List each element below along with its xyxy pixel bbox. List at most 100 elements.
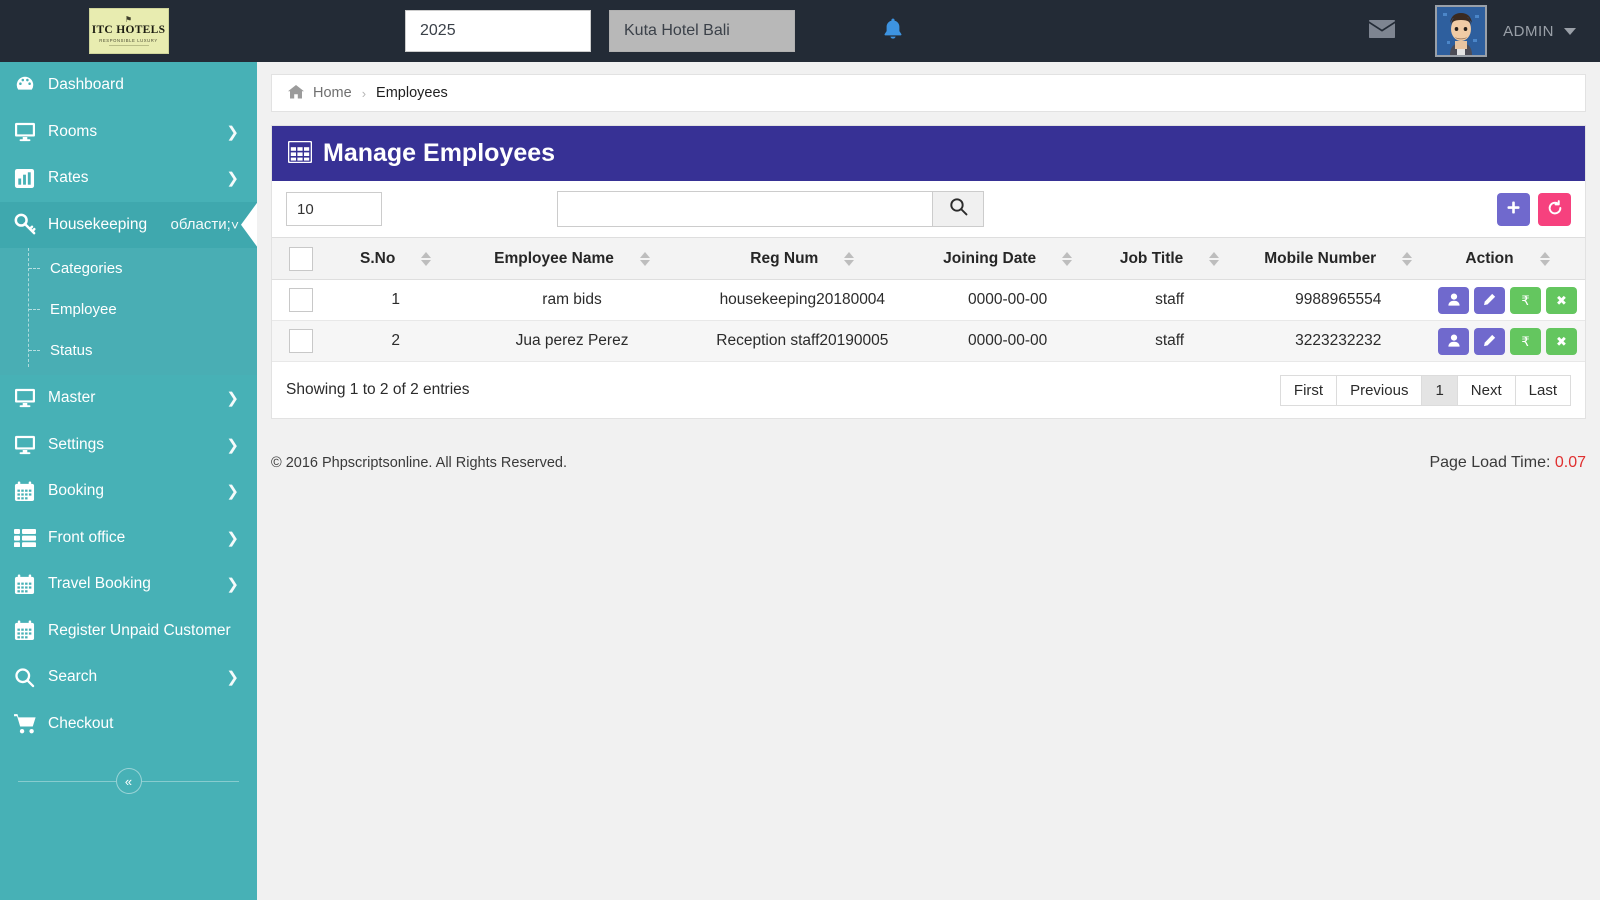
sidebar-item-register-unpaid-customer[interactable]: Register Unpaid Customer (0, 608, 257, 655)
sidebar-item-rates[interactable]: Rates ❯ (0, 155, 257, 202)
pagination-previous[interactable]: Previous (1336, 374, 1423, 406)
delete-button[interactable]: ✖ (1546, 286, 1577, 314)
chevron-right-icon: ❯ (226, 576, 239, 594)
column-mobile-number[interactable]: Mobile Number (1246, 237, 1430, 280)
column-job-title[interactable]: Job Title (1092, 237, 1247, 280)
cell-sno: 2 (329, 320, 463, 362)
delete-button[interactable]: ✖ (1546, 327, 1577, 355)
sidebar-item-master[interactable]: Master ❯ (0, 375, 257, 422)
row-checkbox[interactable] (288, 288, 313, 312)
admin-username-label[interactable]: ADMIN (1503, 23, 1554, 40)
sidebar-item-label: Front office (48, 528, 126, 546)
sidebar-item-checkout[interactable]: Checkout (0, 701, 257, 748)
column-header-label: Action (1465, 249, 1514, 267)
chevron-down-icon: области; (170, 216, 231, 234)
search-button[interactable] (932, 191, 984, 227)
chevron-down-icon[interactable] (1564, 27, 1576, 35)
logo-subtitle: RESPONSIBLE LUXURY (99, 37, 158, 43)
payment-button[interactable]: ₹ (1510, 327, 1541, 355)
topbar-right-group: ADMIN (1369, 5, 1600, 57)
sort-icon (844, 251, 855, 266)
breadcrumb-home-link[interactable]: Home (313, 85, 352, 101)
view-user-button[interactable] (1438, 327, 1469, 355)
chevron-right-icon: ❯ (226, 483, 239, 501)
close-x-icon: ✖ (1556, 333, 1567, 349)
top-navbar: ⚑ ITC HOTELS RESPONSIBLE LUXURY 2025 Kut… (0, 0, 1600, 62)
payment-button[interactable]: ₹ (1510, 286, 1541, 314)
sidebar-subitem-employee[interactable]: Employee (0, 289, 257, 330)
sidebar: Dashboard Rooms ❯ Rates ❯ Housekeeping о… (0, 62, 257, 900)
panel-header: Manage Employees (272, 126, 1585, 181)
sidebar-item-label: Checkout (48, 714, 114, 732)
sidebar-subitem-label: Status (50, 342, 93, 359)
sidebar-item-booking[interactable]: Booking ❯ (0, 468, 257, 515)
add-employee-button[interactable] (1497, 192, 1530, 226)
cell-sno: 1 (329, 279, 463, 321)
cell-actions: ₹ ✖ (1430, 279, 1585, 321)
table-row[interactable]: 2 Jua perez Perez Reception staff2019000… (272, 320, 1585, 362)
brand-logo[interactable]: ⚑ ITC HOTELS RESPONSIBLE LUXURY (0, 0, 257, 62)
pagination-first[interactable]: First (1279, 374, 1338, 406)
column-sno[interactable]: S.No (329, 237, 463, 280)
table-footer: Showing 1 to 2 of 2 entries First Previo… (272, 362, 1585, 418)
rupee-icon: ₹ (1521, 292, 1530, 308)
table-row[interactable]: 1 ram bids housekeeping20180004 0000-00-… (272, 279, 1585, 321)
sidebar-item-label: Housekeeping (48, 215, 148, 233)
sort-icon (1539, 251, 1550, 266)
page-length-input[interactable] (286, 192, 382, 226)
close-x-icon: ✖ (1556, 292, 1567, 308)
active-indicator-notch (241, 201, 257, 248)
sidebar-item-front-office[interactable]: Front office ❯ (0, 515, 257, 562)
sidebar-item-label: Master (48, 389, 96, 407)
column-action[interactable]: Action (1430, 237, 1585, 280)
column-employee-name[interactable]: Employee Name (462, 237, 682, 280)
chevron-right-icon: ❯ (226, 170, 239, 188)
table-body: 1 ram bids housekeeping20180004 0000-00-… (272, 279, 1585, 362)
search-input[interactable] (557, 191, 932, 227)
column-joining-date[interactable]: Joining Date (922, 237, 1093, 280)
row-checkbox[interactable] (288, 329, 313, 353)
column-reg-num[interactable]: Reg Num (682, 237, 923, 280)
sidebar-item-search[interactable]: Search ❯ (0, 654, 257, 701)
sidebar-item-rooms[interactable]: Rooms ❯ (0, 109, 257, 156)
pagination-last[interactable]: Last (1514, 374, 1571, 406)
logo-box: ⚑ ITC HOTELS RESPONSIBLE LUXURY (88, 8, 169, 54)
avatar[interactable] (1435, 5, 1488, 57)
year-input[interactable] (405, 10, 591, 52)
bell-icon[interactable] (883, 18, 903, 44)
pagination-next[interactable]: Next (1456, 374, 1516, 406)
hotel-input[interactable] (609, 10, 795, 52)
pagination: First Previous 1 Next Last (1279, 374, 1571, 406)
sidebar-item-dashboard[interactable]: Dashboard (0, 62, 257, 109)
select-all-checkbox[interactable] (288, 246, 313, 271)
search-icon (14, 667, 48, 688)
sidebar-item-label: Rates (48, 169, 89, 187)
search-icon (949, 197, 968, 221)
envelope-icon[interactable] (1369, 18, 1396, 44)
sidebar-item-housekeeping[interactable]: Housekeeping области; ˅ (0, 201, 257, 248)
chevron-down-icon-glyph: ˅ (230, 216, 239, 233)
edit-button[interactable] (1474, 286, 1505, 314)
view-user-button[interactable] (1438, 286, 1469, 314)
sidebar-collapse-button[interactable]: « (115, 768, 142, 794)
table-head: S.No Employee Name Reg Num Joining Date … (272, 237, 1585, 280)
plus-icon (1506, 200, 1521, 218)
home-icon (288, 84, 304, 102)
breadcrumb-current: Employees (376, 85, 448, 101)
sidebar-subitem-categories[interactable]: Categories (0, 248, 257, 289)
calendar-icon (14, 620, 48, 641)
user-icon (1447, 334, 1460, 349)
sidebar-subitem-status[interactable]: Status (0, 330, 257, 371)
sidebar-item-settings[interactable]: Settings ❯ (0, 422, 257, 469)
sidebar-item-label: Booking (48, 482, 105, 500)
manage-employees-panel: Manage Employees 10 S.No Employee Name R… (271, 125, 1586, 419)
logo-emblem-icon: ⚑ (124, 15, 133, 25)
cell-joining-date: 0000-00-00 (922, 279, 1093, 321)
sidebar-item-travel-booking[interactable]: Travel Booking ❯ (0, 561, 257, 608)
pagination-page-1[interactable]: 1 (1421, 374, 1458, 406)
edit-button[interactable] (1474, 327, 1505, 355)
cell-reg-num: housekeeping20180004 (682, 279, 923, 321)
refresh-button[interactable] (1538, 192, 1571, 226)
sidebar-subitem-label: Categories (50, 260, 123, 277)
entries-info: Showing 1 to 2 of 2 entries (286, 381, 470, 398)
